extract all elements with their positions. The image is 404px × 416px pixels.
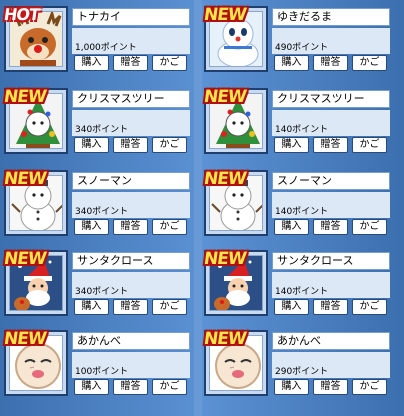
item-name: スノーマン (72, 172, 190, 190)
item-card: NEW クリスマスツリー 140ポイント購入 贈答 かご (202, 84, 392, 158)
item-price: 340ポイント (75, 287, 129, 297)
item-actions: 購入 贈答 かご (74, 219, 190, 236)
item-name: あかんべ (272, 332, 390, 350)
new-badge: NEW (2, 329, 47, 349)
cart-button[interactable]: かご (152, 55, 187, 71)
item-card: NEW スノーマン 140ポイント購入 贈答 かご (202, 166, 392, 240)
cart-button[interactable]: かご (352, 55, 387, 71)
buy-button[interactable]: 購入 (274, 137, 309, 153)
new-badge: NEW (2, 87, 47, 107)
new-badge: NEW (2, 169, 47, 189)
cart-button[interactable]: かご (352, 219, 387, 235)
item-price: 340ポイント (75, 207, 129, 217)
item-price: 140ポイント (275, 207, 329, 217)
buy-button[interactable]: 購入 (274, 299, 309, 315)
gift-button[interactable]: 贈答 (113, 55, 148, 71)
item-name: トナカイ (72, 8, 190, 26)
item-price: 1,000ポイント (75, 43, 137, 53)
cart-button[interactable]: かご (152, 379, 187, 395)
gift-button[interactable]: 贈答 (313, 379, 348, 395)
item-card: NEW ゆきだるま 490ポイント購入 贈答 かご (202, 2, 392, 76)
buy-button[interactable]: 購入 (274, 379, 309, 395)
item-name: サンタクロース (272, 252, 390, 270)
shop-grid: HOT トナカイ 1,000ポイント 購入 贈答 かご NEW ゆきだるま 490ポイント 購入… (0, 0, 404, 416)
gift-button[interactable]: 贈答 (313, 219, 348, 235)
new-badge: NEW (202, 169, 247, 189)
item-price: 140ポイント (275, 125, 329, 135)
item-actions: 購入 贈答 かご (274, 219, 390, 236)
item-icon-frame[interactable]: NEW (2, 329, 68, 396)
cart-button[interactable]: かご (352, 299, 387, 315)
item-price: 100ポイント (75, 367, 129, 377)
new-badge: NEW (202, 5, 247, 25)
item-card: HOT トナカイ 1,000ポイント購入 贈答 かご (2, 2, 192, 76)
gift-button[interactable]: 贈答 (313, 137, 348, 153)
buy-button[interactable]: 購入 (274, 219, 309, 235)
cart-button[interactable]: かご (352, 137, 387, 153)
gift-button[interactable]: 贈答 (113, 379, 148, 395)
item-name: スノーマン (272, 172, 390, 190)
item-name: サンタクロース (72, 252, 190, 270)
new-badge: NEW (202, 87, 247, 107)
item-actions: 購入 贈答 かご (274, 379, 390, 396)
buy-button[interactable]: 購入 (74, 299, 109, 315)
item-actions: 購入 贈答 かご (74, 379, 190, 396)
item-actions: 購入 贈答 かご (74, 299, 190, 316)
item-actions: 購入 贈答 かご (74, 55, 190, 72)
item-icon-frame[interactable]: HOT (2, 5, 68, 72)
cart-button[interactable]: かご (152, 219, 187, 235)
item-price: 140ポイント (275, 287, 329, 297)
item-name: クリスマスツリー (72, 90, 190, 108)
item-card: NEW サンタクロース 340ポイント購入 贈答 かご (2, 246, 192, 320)
cart-button[interactable]: かご (352, 379, 387, 395)
new-badge: NEW (202, 249, 247, 269)
gift-button[interactable]: 贈答 (113, 137, 148, 153)
item-card: NEW クリスマスツリー 340ポイント購入 贈答 かご (2, 84, 192, 158)
gift-button[interactable]: 贈答 (113, 299, 148, 315)
item-actions: 購入 贈答 かご (274, 55, 390, 72)
item-card: NEW あかんべ 100ポイント購入 贈答 かご (2, 326, 192, 400)
item-card: NEW あかんべ 290ポイント購入 贈答 かご (202, 326, 392, 400)
new-badge: NEW (202, 329, 247, 349)
buy-button[interactable]: 購入 (274, 55, 309, 71)
buy-button[interactable]: 購入 (74, 137, 109, 153)
buy-button[interactable]: 購入 (74, 379, 109, 395)
buy-button[interactable]: 購入 (74, 55, 109, 71)
item-icon-frame[interactable]: NEW (202, 169, 268, 236)
item-name: あかんべ (72, 332, 190, 350)
item-actions: 購入 贈答 かご (74, 137, 190, 154)
item-card: NEW スノーマン 340ポイント購入 贈答 かご (2, 166, 192, 240)
item-icon-frame[interactable]: NEW (202, 87, 268, 154)
item-price: 340ポイント (75, 125, 129, 135)
item-card: NEW サンタクロース 140ポイント購入 贈答 かご (202, 246, 392, 320)
gift-button[interactable]: 贈答 (313, 55, 348, 71)
cart-button[interactable]: かご (152, 299, 187, 315)
item-actions: 購入 贈答 かご (274, 137, 390, 154)
item-name: ゆきだるま (272, 8, 390, 26)
item-icon-frame[interactable]: NEW (202, 329, 268, 396)
hot-badge: HOT (2, 5, 41, 24)
item-icon-frame[interactable]: NEW (202, 5, 268, 72)
item-actions: 購入 贈答 かご (274, 299, 390, 316)
cart-button[interactable]: かご (152, 137, 187, 153)
column-divider (194, 0, 202, 416)
item-price: 290ポイント (275, 367, 329, 377)
item-icon-frame[interactable]: NEW (2, 87, 68, 154)
item-icon-frame[interactable]: NEW (2, 169, 68, 236)
item-icon-frame[interactable]: NEW (2, 249, 68, 316)
new-badge: NEW (2, 249, 47, 269)
item-icon-frame[interactable]: NEW (202, 249, 268, 316)
gift-button[interactable]: 贈答 (113, 219, 148, 235)
buy-button[interactable]: 購入 (74, 219, 109, 235)
item-name: クリスマスツリー (272, 90, 390, 108)
item-price: 490ポイント (275, 43, 329, 53)
gift-button[interactable]: 贈答 (313, 299, 348, 315)
